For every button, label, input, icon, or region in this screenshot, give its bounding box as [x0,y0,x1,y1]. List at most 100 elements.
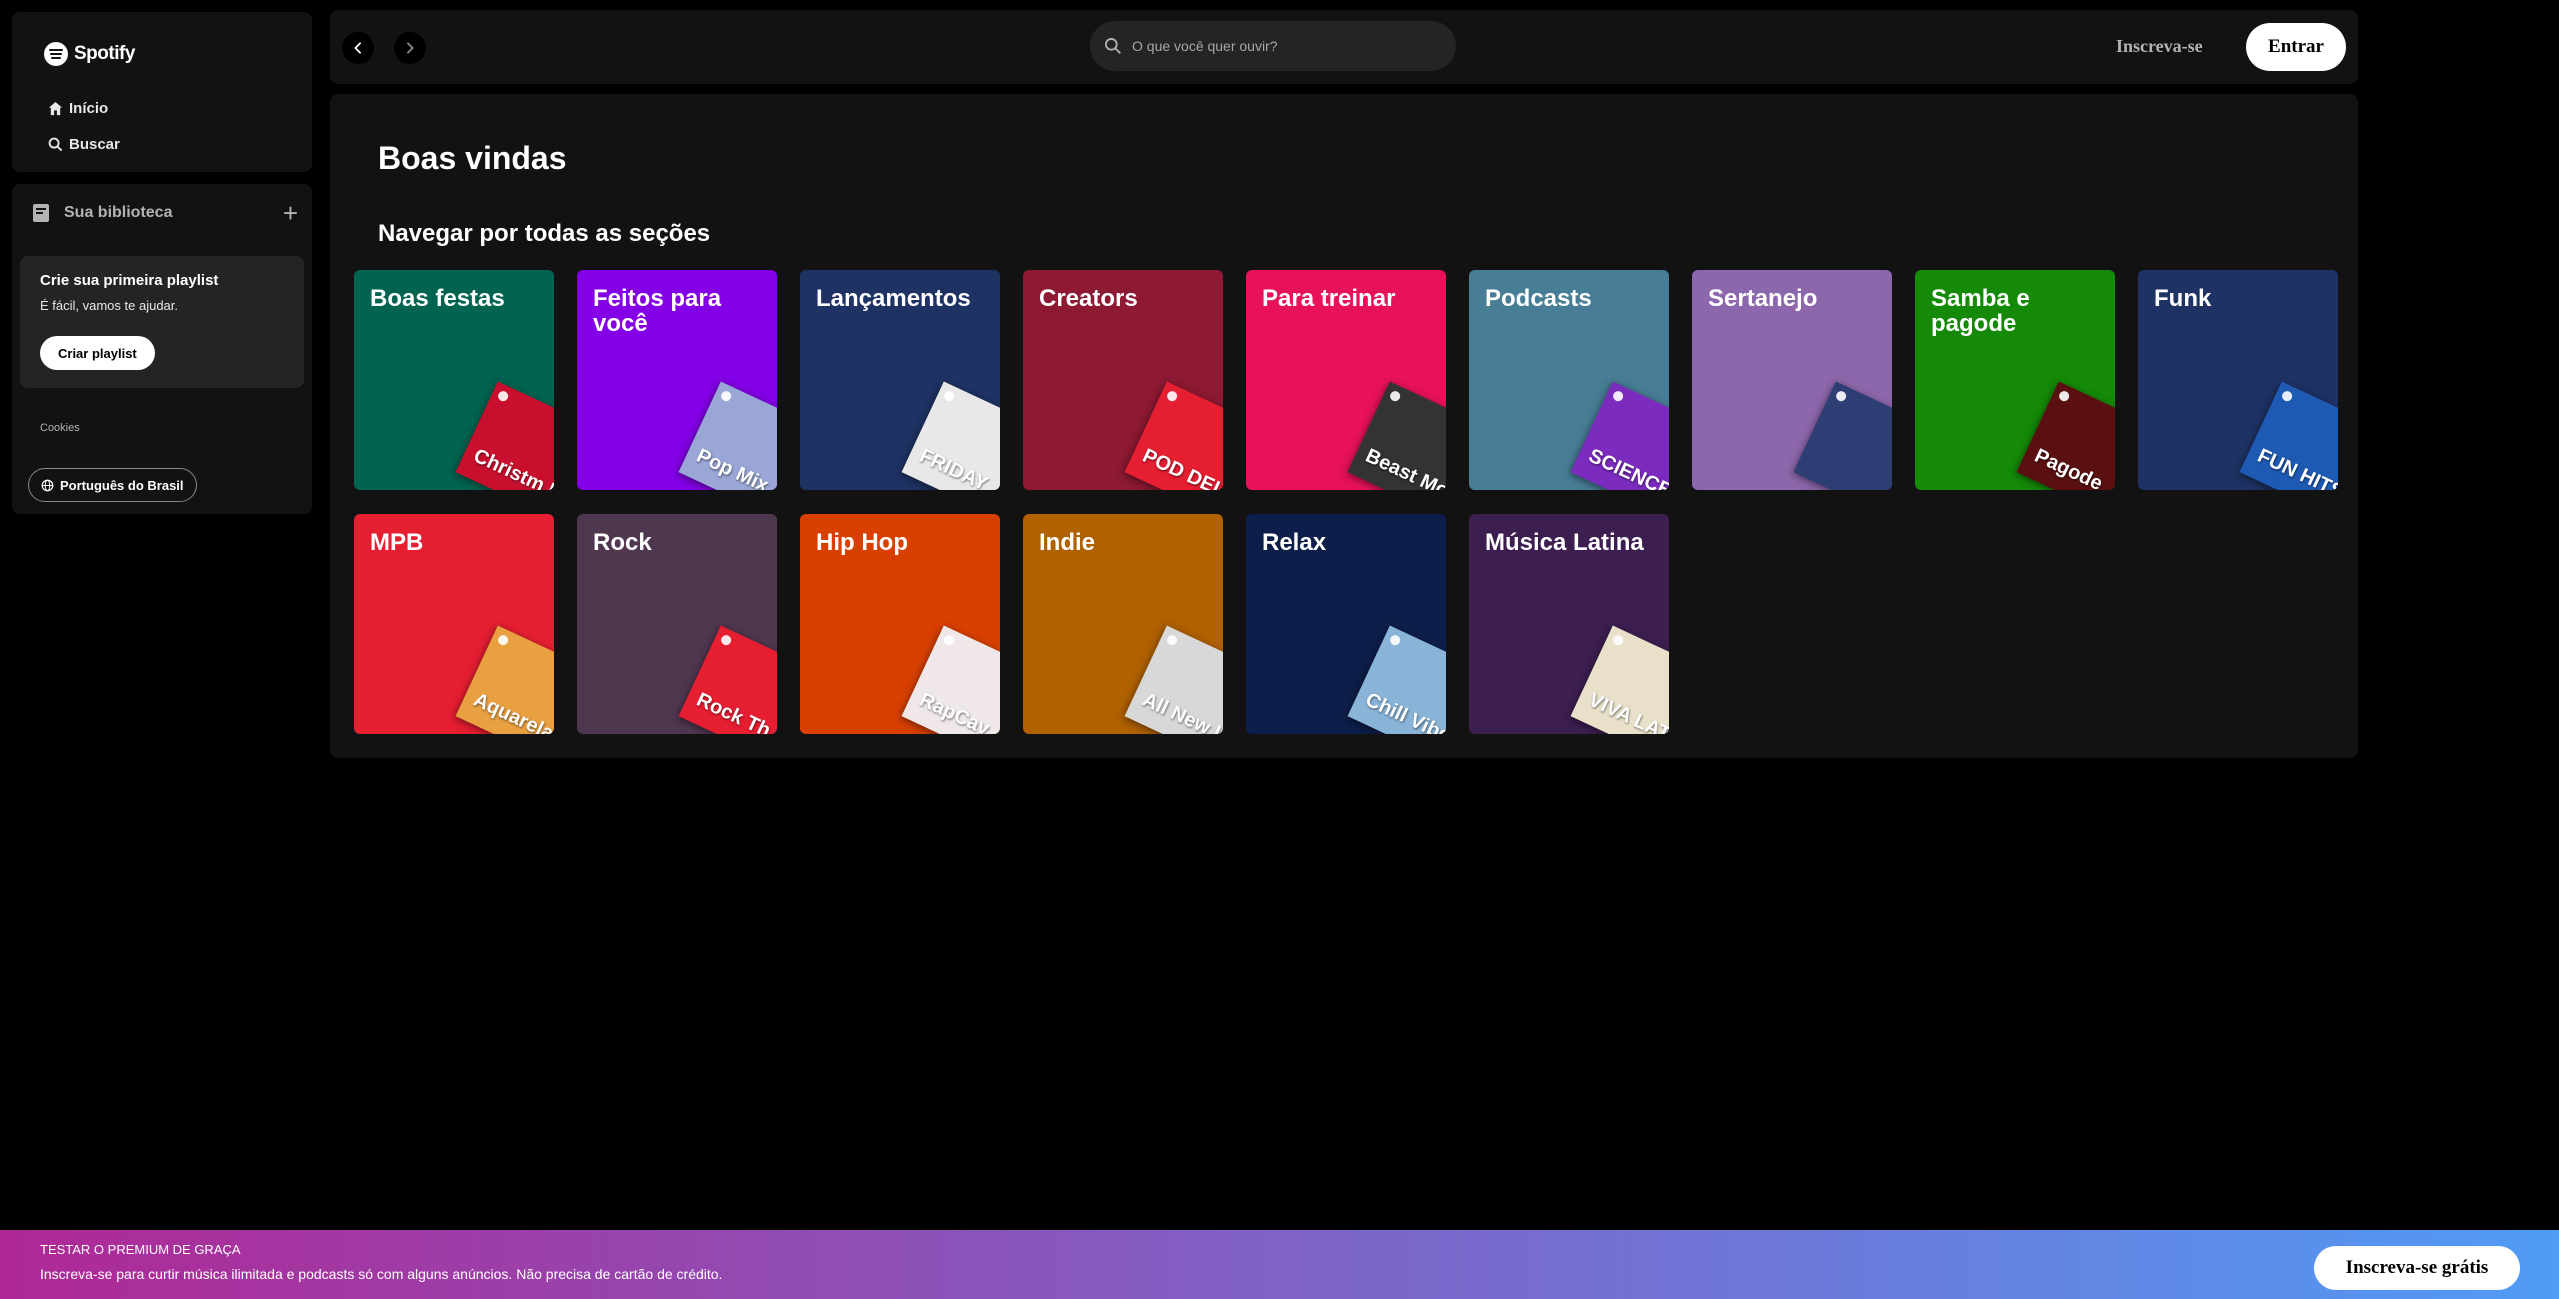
banner-title: TESTAR O PREMIUM DE GRAÇA [40,1242,241,1257]
signup-free-button[interactable]: Inscreva-se grátis [2314,1246,2520,1290]
category-card[interactable]: Relax Chill Vibes [1246,514,1446,734]
create-playlist-card: Crie sua primeira playlist É fácil, vamo… [20,256,304,388]
cover-text: Pop Mix [693,444,772,490]
category-label: Funk [2154,285,2212,312]
category-card[interactable]: Funk FUN HITS [2138,270,2338,490]
section-title: Navegar por todas as seções [378,220,711,247]
category-card[interactable]: Feitos para você Pop Mix [577,270,777,490]
category-card[interactable]: Lançamentos FRIDAY [800,270,1000,490]
category-card[interactable]: Creators POD DELAS [1023,270,1223,490]
language-label: Português do Brasil [60,477,184,493]
language-button[interactable]: Português do Brasil [28,468,197,502]
category-cover-image: Chill Vibes [1347,625,1446,734]
chevron-right-icon [406,42,414,54]
category-card[interactable]: Indie All New Indi [1023,514,1223,734]
top-bar: Inscreva-se Entrar [330,10,2358,84]
category-card[interactable]: Sertanejo [1692,270,1892,490]
category-label: Samba e pagode [1931,285,2030,338]
category-label: Hip Hop [816,529,908,556]
category-label: MPB [370,529,424,556]
spotify-badge-icon [942,389,956,403]
category-cover-image: Christm Hit [455,381,554,490]
page-title: Boas vindas [378,140,567,176]
category-cover-image: FRIDAY [901,381,1000,490]
category-label: Relax [1262,529,1327,556]
search-icon [1105,38,1121,54]
category-card[interactable]: Rock Rock Th [577,514,777,734]
cover-text: Rock Th [693,688,774,734]
category-card[interactable]: Hip Hop RapCav [800,514,1000,734]
spotify-badge-icon [1611,389,1625,403]
library-panel: Sua biblioteca + Crie sua primeira playl… [12,184,312,514]
sidebar-nav-panel: Spotify Início Buscar [12,12,312,172]
category-cover-image [1793,381,1892,490]
category-cover-image: RapCav [901,625,1000,734]
category-cover-image: All New Indi [1124,625,1223,734]
create-playlist-title: Crie sua primeira playlist [40,272,219,289]
nav-search[interactable]: Buscar [48,136,120,153]
category-card[interactable]: Para treinar Beast Mode [1246,270,1446,490]
spotify-badge-icon [1388,389,1402,403]
category-cover-image: Aquarela Brasileira [455,625,554,734]
category-label: Boas festas [370,285,505,312]
add-icon[interactable]: + [283,200,298,226]
category-cover-image: Rock Th [678,625,777,734]
search-box[interactable] [1090,21,1456,71]
spotify-logo[interactable]: Spotify [44,42,135,66]
category-cover-image: Pagode [2016,381,2115,490]
spotify-badge-icon [1611,633,1625,647]
library-title: Sua biblioteca [64,204,173,221]
category-cover-image: VIVA LATINO [1570,625,1669,734]
search-input[interactable] [1132,38,1432,54]
category-label: Rock [593,529,652,556]
nav-search-label: Buscar [69,136,120,153]
category-cover-image: FUN HITS [2239,381,2338,490]
login-button[interactable]: Entrar [2246,23,2346,71]
spotify-badge-icon [1165,389,1179,403]
create-playlist-subtitle: É fácil, vamos te ajudar. [40,298,179,313]
cover-text: All New Indi [1139,688,1223,734]
category-card[interactable]: Samba e pagode Pagode [1915,270,2115,490]
category-card[interactable]: Podcasts SCIENCE VS [1469,270,1669,490]
cover-text: POD DELAS [1139,444,1223,490]
category-card[interactable]: Música Latina VIVA LATINO [1469,514,1669,734]
spotify-badge-icon [719,389,733,403]
globe-icon [41,479,54,491]
forward-button[interactable] [394,32,426,64]
spotify-logo-icon [44,42,68,66]
cover-text: FUN HITS [2254,444,2338,490]
back-button[interactable] [342,32,374,64]
spotify-badge-icon [719,633,733,647]
spotify-badge-icon [942,633,956,647]
cover-text: FRIDAY [916,444,992,490]
cover-text: RapCav [916,688,993,734]
category-label: Indie [1039,529,1096,556]
cover-text: Chill Vibes [1362,688,1446,734]
spotify-badge-icon [496,633,510,647]
spotify-badge-icon [2280,389,2294,403]
category-label: Lançamentos [816,285,971,312]
category-cover-image: Pop Mix [678,381,777,490]
library-header[interactable]: Sua biblioteca [30,202,172,224]
cover-text: Aquarela Brasileira [470,689,554,734]
create-playlist-button[interactable]: Criar playlist [40,336,155,370]
category-label: Podcasts [1485,285,1592,312]
cover-text: Christm Hit [470,444,554,490]
nav-home[interactable]: Início [48,100,108,117]
premium-banner[interactable]: TESTAR O PREMIUM DE GRAÇA Inscreva-se pa… [0,1230,2559,1299]
banner-subtitle: Inscreva-se para curtir música ilimitada… [40,1266,723,1282]
chevron-left-icon [354,42,362,54]
cover-text: Pagode [2031,444,2106,490]
spotify-badge-icon [2057,389,2071,403]
category-label: Creators [1039,285,1138,312]
category-cover-image: POD DELAS [1124,381,1223,490]
main-content: Boas vindas Navegar por todas as seções … [330,94,2358,758]
signup-link[interactable]: Inscreva-se [2116,36,2203,57]
category-card[interactable]: MPB Aquarela Brasileira [354,514,554,734]
nav-home-label: Início [69,100,109,117]
category-label: Sertanejo [1708,285,1818,312]
cover-text: VIVA LATINO [1585,688,1669,734]
category-card[interactable]: Boas festas Christm Hit [354,270,554,490]
cookies-link[interactable]: Cookies [40,422,80,434]
logo-text: Spotify [74,43,135,64]
